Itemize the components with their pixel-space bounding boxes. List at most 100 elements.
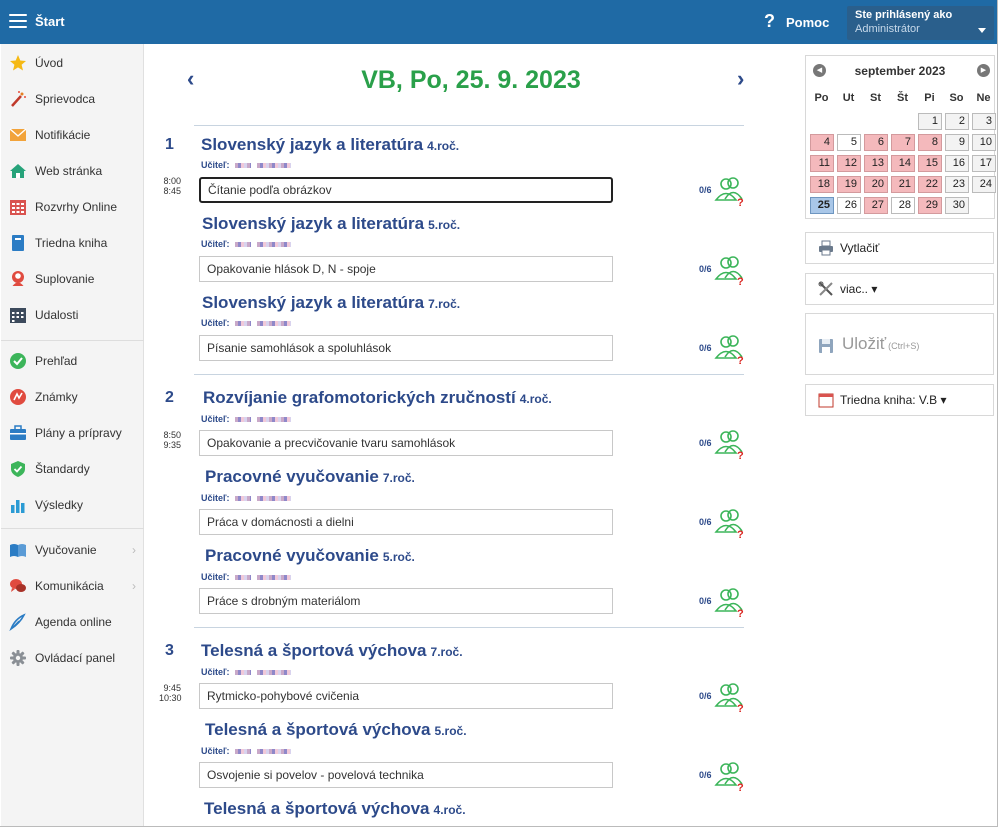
calendar-day-17[interactable]: 17 bbox=[972, 155, 996, 172]
calendar-day-28[interactable]: 28 bbox=[891, 197, 915, 214]
more-button[interactable]: viac.. ▾ bbox=[805, 273, 994, 305]
briefcase-icon bbox=[9, 424, 27, 442]
calendar-day-27[interactable]: 27 bbox=[864, 197, 888, 214]
sidebar-item-komunikacia[interactable]: Komunikácia › bbox=[1, 569, 144, 603]
star-icon bbox=[9, 54, 27, 72]
lesson-topic-input[interactable]: Práca v domácnosti a dielni bbox=[199, 509, 613, 535]
sidebar-item-agenda-online[interactable]: Agenda online bbox=[1, 605, 144, 639]
attendance-people-icon[interactable]: ? bbox=[713, 254, 747, 286]
calendar-day-19[interactable]: 19 bbox=[837, 176, 861, 193]
calendar-day-6[interactable]: 6 bbox=[864, 134, 888, 151]
calendar-month-title: september 2023 bbox=[854, 64, 946, 78]
lesson-subject[interactable]: Slovenský jazyk a literatúra 5.roč. bbox=[202, 214, 460, 234]
sidebar-item-suplovanie[interactable]: Suplovanie bbox=[1, 262, 144, 296]
sidebar-item-label: Web stránka bbox=[35, 164, 103, 178]
chevron-right-icon: › bbox=[132, 543, 136, 557]
print-button[interactable]: Vytlačiť bbox=[805, 232, 994, 264]
calendar-day-5[interactable]: 5 bbox=[837, 134, 861, 151]
divider bbox=[194, 374, 744, 375]
attendance-count: 0/6 bbox=[699, 185, 712, 195]
lesson-subject[interactable]: Telesná a športová výchova 7.roč. bbox=[201, 641, 463, 661]
sidebar-item-label: Výsledky bbox=[35, 498, 84, 512]
lesson-teacher: Učiteľ: bbox=[201, 318, 292, 328]
calendar-day-13[interactable]: 13 bbox=[864, 155, 888, 172]
calendar-day-23[interactable]: 23 bbox=[945, 176, 969, 193]
lesson-topic-input[interactable]: Opakovanie hlások D, N - spoje bbox=[199, 256, 613, 282]
calendar-day-18[interactable]: 18 bbox=[810, 176, 834, 193]
attendance-people-icon[interactable]: ? bbox=[713, 760, 747, 792]
lesson-topic-input[interactable]: Osvojenie si povelov - povelová technika bbox=[199, 762, 613, 788]
calendar-day-29[interactable]: 29 bbox=[918, 197, 942, 214]
sidebar-item-prehlad[interactable]: Prehľad bbox=[1, 344, 144, 378]
next-month-button[interactable]: ▶ bbox=[977, 64, 990, 77]
calendar-day-22[interactable]: 22 bbox=[918, 176, 942, 193]
lesson-topic-input[interactable]: Opakovanie a precvičovanie tvaru samohlá… bbox=[199, 430, 613, 456]
calendar-day-10[interactable]: 10 bbox=[972, 134, 996, 151]
svg-text:?: ? bbox=[737, 608, 744, 618]
sidebar-item-standardy[interactable]: Štandardy bbox=[1, 452, 144, 486]
calendar-day-7[interactable]: 7 bbox=[891, 134, 915, 151]
attendance-count: 0/6 bbox=[699, 438, 712, 448]
lesson-subject[interactable]: Slovenský jazyk a literatúra 7.roč. bbox=[202, 293, 460, 313]
sidebar-item-vyucovanie[interactable]: Vyučovanie › bbox=[1, 533, 144, 567]
sidebar-item-sprievodca[interactable]: Sprievodca bbox=[1, 82, 144, 116]
attendance-people-icon[interactable]: ? bbox=[713, 507, 747, 539]
save-button[interactable]: Uložiť (Ctrl+S) bbox=[805, 313, 994, 375]
sidebar-item-vysledky[interactable]: Výsledky bbox=[1, 488, 144, 522]
attendance-people-icon[interactable]: ? bbox=[713, 586, 747, 618]
sidebar-item-plany-a-pripravy[interactable]: Plány a prípravy bbox=[1, 416, 144, 450]
sidebar-item-triedna-kniha[interactable]: Triedna kniha bbox=[1, 226, 144, 260]
lesson-subject[interactable]: Telesná a športová výchova 4.roč. bbox=[204, 799, 466, 819]
calendar-day-11[interactable]: 11 bbox=[810, 155, 834, 172]
attendance-people-icon[interactable]: ? bbox=[713, 681, 747, 713]
sidebar-item-notifikacie[interactable]: Notifikácie bbox=[1, 118, 144, 152]
help-link[interactable]: Pomoc bbox=[786, 15, 829, 30]
attendance-people-icon[interactable]: ? bbox=[713, 333, 747, 365]
help-icon[interactable]: ? bbox=[764, 11, 775, 32]
calendar-day-2[interactable]: 2 bbox=[945, 113, 969, 130]
calendar-day-16[interactable]: 16 bbox=[945, 155, 969, 172]
calendar-day-15[interactable]: 15 bbox=[918, 155, 942, 172]
calendar-day-30[interactable]: 30 bbox=[945, 197, 969, 214]
printer-icon bbox=[819, 240, 833, 256]
calendar-day-14[interactable]: 14 bbox=[891, 155, 915, 172]
sidebar-item-label: Notifikácie bbox=[35, 128, 91, 142]
sidebar-item-label: Sprievodca bbox=[35, 92, 96, 106]
gear-icon bbox=[9, 649, 27, 667]
hamburger-menu-icon[interactable] bbox=[9, 14, 27, 28]
calendar-day-21[interactable]: 21 bbox=[891, 176, 915, 193]
lesson-subject[interactable]: Slovenský jazyk a literatúra 4.roč. bbox=[201, 135, 459, 155]
sidebar-item-udalosti[interactable]: Udalosti bbox=[1, 298, 144, 332]
sidebar-item-web-stranka[interactable]: Web stránka bbox=[1, 154, 144, 188]
calendar-day-8[interactable]: 8 bbox=[918, 134, 942, 151]
app-title[interactable]: Štart bbox=[35, 14, 65, 29]
sidebar-item-rozvrhy-online[interactable]: Rozvrhy Online bbox=[1, 190, 144, 224]
lesson-topic-input[interactable]: Rytmicko-pohybové cvičenia bbox=[199, 683, 613, 709]
user-menu[interactable]: Ste prihlásený ako Administrátor bbox=[847, 6, 994, 40]
user-name: Administrátor bbox=[855, 23, 920, 35]
calendar-day-9[interactable]: 9 bbox=[945, 134, 969, 151]
calendar-day-24[interactable]: 24 bbox=[972, 176, 996, 193]
sidebar-item-znamky[interactable]: Známky bbox=[1, 380, 144, 414]
lesson-subject[interactable]: Pracovné vyučovanie 5.roč. bbox=[205, 546, 415, 566]
lesson-subject[interactable]: Telesná a športová výchova 5.roč. bbox=[205, 720, 467, 740]
sidebar-item-uvod[interactable]: Úvod bbox=[1, 46, 144, 80]
lesson-topic-input[interactable]: Čítanie podľa obrázkov bbox=[199, 177, 613, 203]
lesson-subject[interactable]: Rozvíjanie grafomotorických zručností 4.r… bbox=[203, 388, 552, 408]
sidebar-item-ovladaci-panel[interactable]: Ovládací panel bbox=[1, 641, 144, 675]
lesson-subject[interactable]: Pracovné vyučovanie 7.roč. bbox=[205, 467, 415, 487]
calendar-day-3[interactable]: 3 bbox=[972, 113, 996, 130]
next-day-button[interactable]: › bbox=[737, 66, 744, 92]
attendance-people-icon[interactable]: ? bbox=[713, 428, 747, 460]
attendance-people-icon[interactable]: ? bbox=[713, 175, 747, 207]
calendar-day-12[interactable]: 12 bbox=[837, 155, 861, 172]
calendar-day-25[interactable]: 25 bbox=[810, 197, 834, 214]
calendar-day-4[interactable]: 4 bbox=[810, 134, 834, 151]
calendar-dow-label: Ut bbox=[842, 92, 855, 104]
lesson-topic-input[interactable]: Práce s drobným materiálom bbox=[199, 588, 613, 614]
lesson-topic-input[interactable]: Písanie samohlások a spoluhlások bbox=[199, 335, 613, 361]
calendar-day-1[interactable]: 1 bbox=[918, 113, 942, 130]
calendar-day-20[interactable]: 20 bbox=[864, 176, 888, 193]
calendar-day-26[interactable]: 26 bbox=[837, 197, 861, 214]
classbook-dropdown[interactable]: Triedna kniha: V.B ▾ bbox=[805, 384, 994, 416]
